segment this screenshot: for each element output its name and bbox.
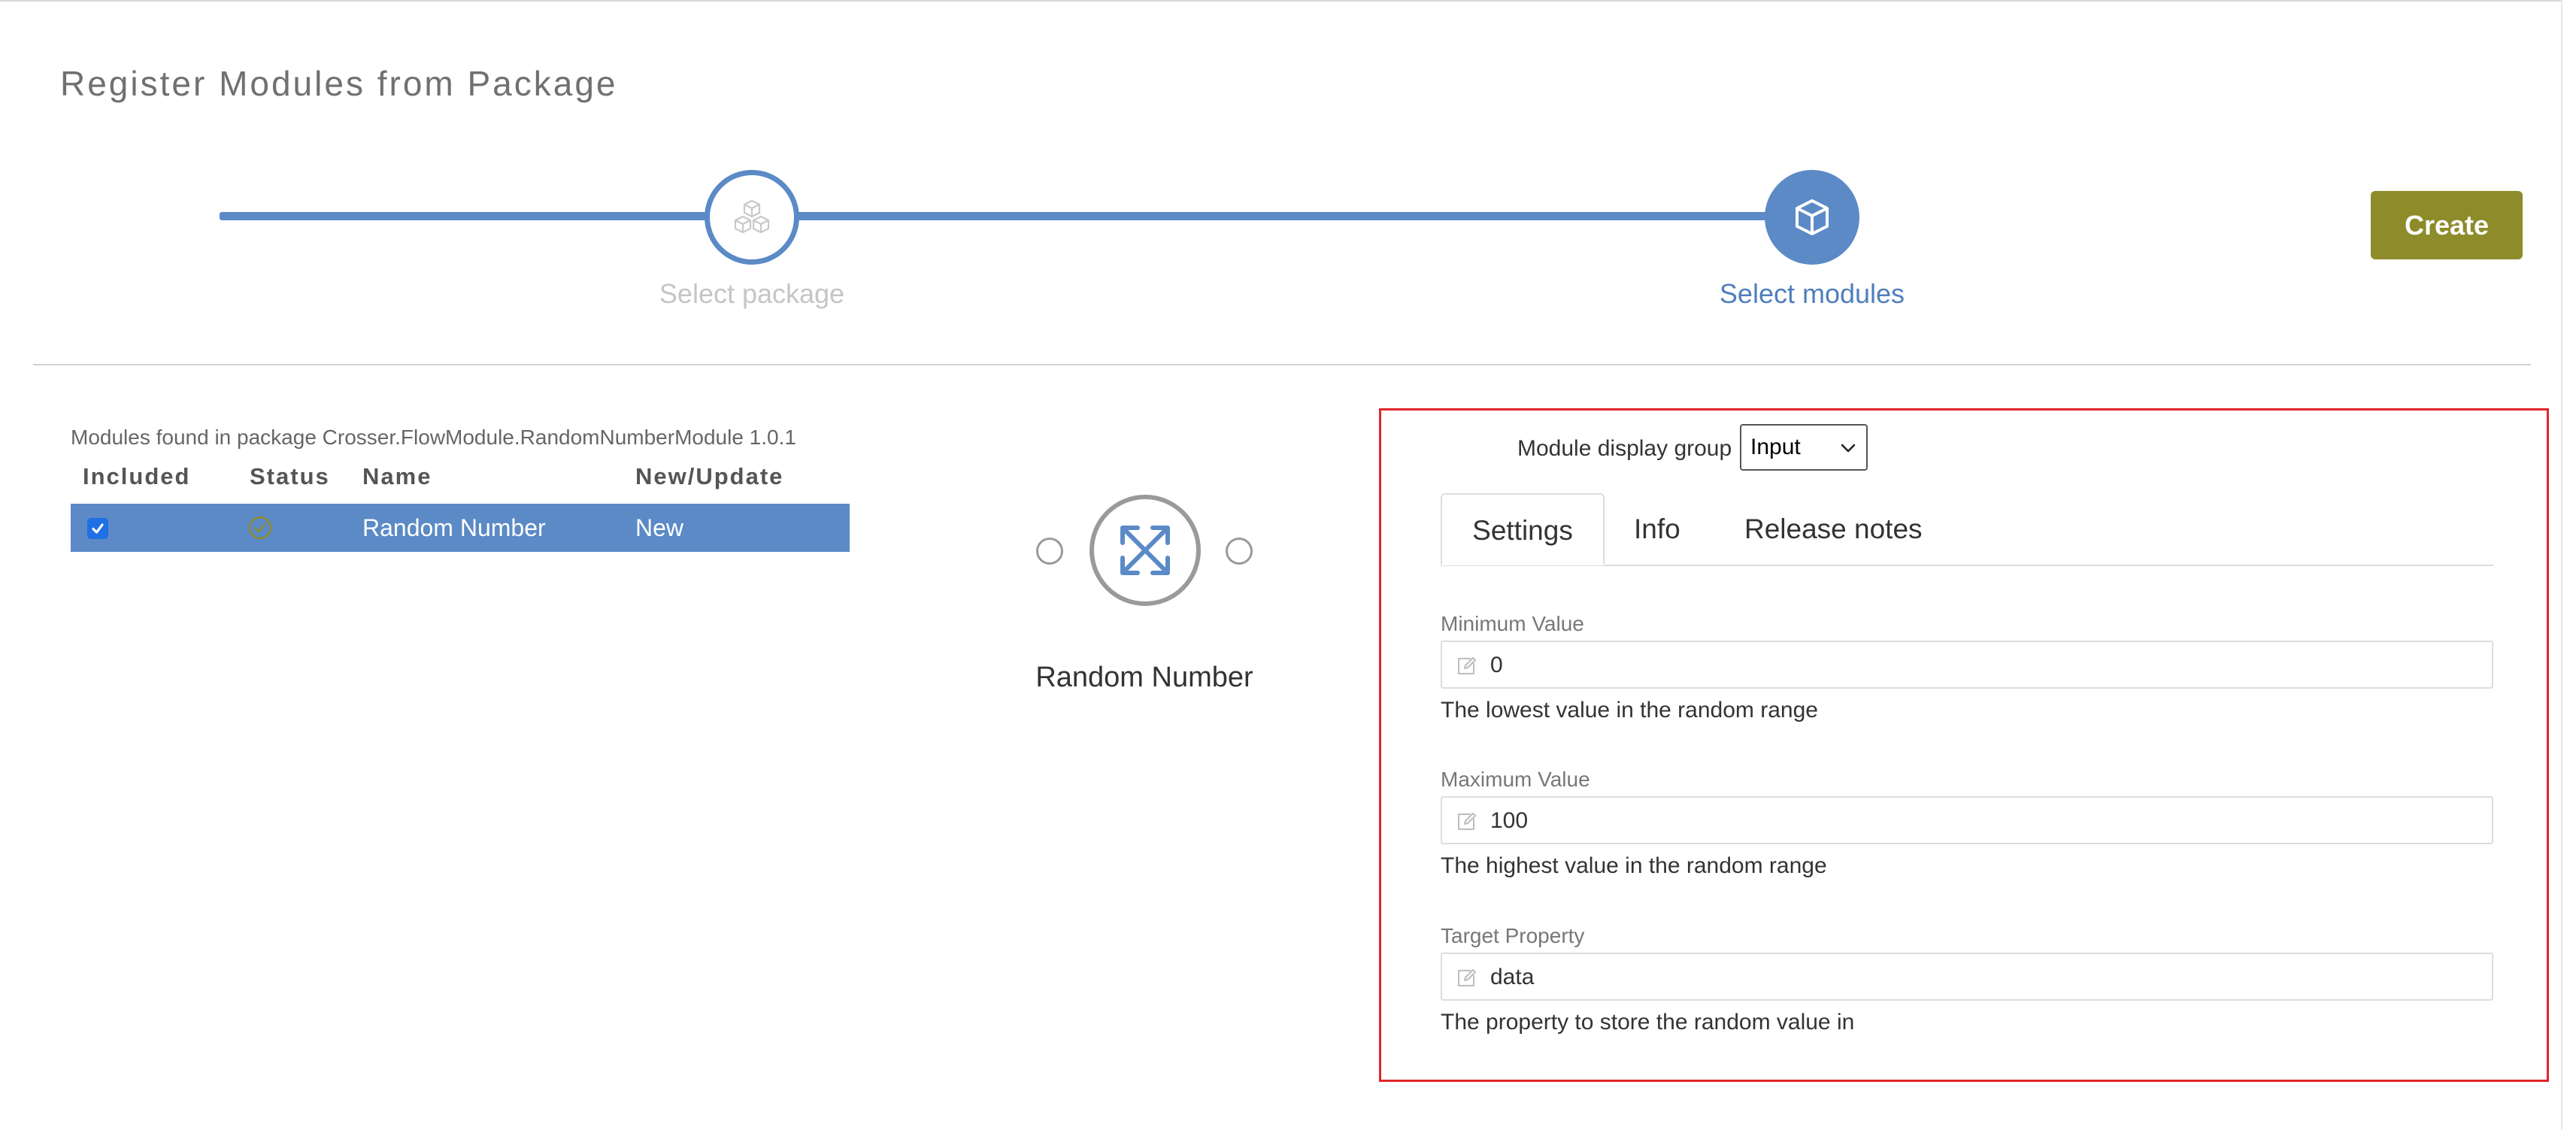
tab-release-notes[interactable]: Release notes <box>1744 493 1923 565</box>
display-group-value: Input <box>1750 435 1801 459</box>
target-property-input[interactable]: data <box>1441 953 2493 1001</box>
step-label-select-modules: Select modules <box>1719 278 1905 309</box>
maximum-value-input[interactable]: 100 <box>1441 796 2493 844</box>
edit-icon <box>1458 657 1476 674</box>
checkmark-icon <box>92 523 104 534</box>
display-group-label: Module display group <box>1517 436 1732 461</box>
tab-info[interactable]: Info <box>1634 493 1680 565</box>
field-help-maximum-value: The highest value in the random range <box>1441 853 1827 878</box>
column-included: Included <box>83 463 191 489</box>
column-name: Name <box>362 463 432 489</box>
module-preview-name: Random Number <box>1035 662 1253 693</box>
stepper-track <box>220 212 1773 220</box>
module-name-cell: Random Number <box>362 514 546 541</box>
maximum-value: 100 <box>1490 808 1529 833</box>
edit-icon <box>1458 969 1476 986</box>
module-preview <box>1089 495 1201 606</box>
tab-settings[interactable]: Settings <box>1441 493 1605 565</box>
field-label-maximum-value: Maximum Value <box>1441 768 1590 791</box>
step-select-package[interactable] <box>705 170 799 265</box>
shuffle-icon <box>1120 526 1170 575</box>
new-update-cell: New <box>635 514 684 541</box>
step-select-modules[interactable] <box>1765 170 1859 265</box>
modules-caption: Modules found in package Crosser.FlowMod… <box>71 426 796 449</box>
target-property-value: data <box>1490 965 1535 989</box>
scroll-edge <box>2561 0 2562 1130</box>
section-divider <box>33 364 2531 365</box>
cubes-icon <box>734 199 770 234</box>
register-modules-page: Register Modules from Package Select pac… <box>0 0 2576 1130</box>
output-port <box>1226 538 1253 565</box>
table-row[interactable]: Random Number New <box>71 504 850 552</box>
field-label-minimum-value: Minimum Value <box>1441 612 1584 635</box>
check-circle-icon <box>248 516 272 540</box>
field-label-target-property: Target Property <box>1441 924 1585 947</box>
step-label-select-package: Select package <box>659 278 845 309</box>
chevron-down-icon <box>1841 444 1856 453</box>
create-button[interactable]: Create <box>2371 191 2523 259</box>
top-border <box>0 0 2562 5</box>
field-help-target-property: The property to store the random value i… <box>1441 1010 1855 1035</box>
display-group-select[interactable]: Input <box>1740 424 1868 471</box>
input-port <box>1036 538 1063 565</box>
column-new-update: New/Update <box>635 463 784 489</box>
field-help-minimum-value: The lowest value in the random range <box>1441 698 1818 723</box>
page-title: Register Modules from Package <box>60 64 618 103</box>
modules-table-header: Included Status Name New/Update <box>71 463 850 493</box>
edit-icon <box>1458 813 1476 830</box>
included-checkbox[interactable] <box>87 518 108 539</box>
cube-icon <box>1796 199 1829 235</box>
minimum-value: 0 <box>1490 653 1503 677</box>
minimum-value-input[interactable]: 0 <box>1441 641 2493 689</box>
column-status: Status <box>250 463 330 489</box>
